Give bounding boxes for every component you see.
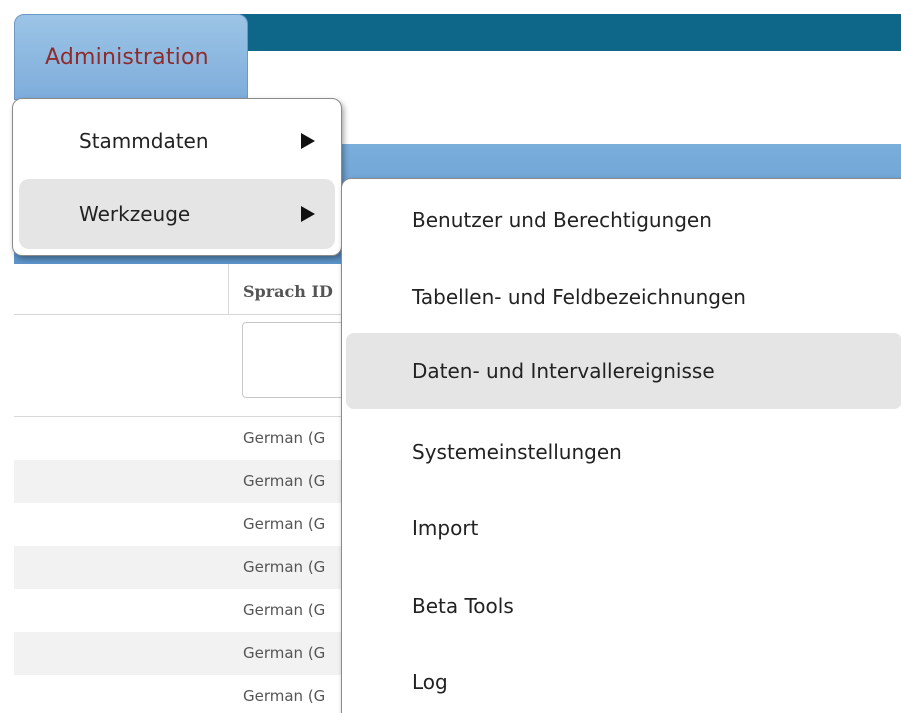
werkzeuge-submenu: Benutzer und Berechtigungen Tabellen- un… [341, 178, 901, 713]
menu-item-werkzeuge[interactable]: Werkzeuge [19, 179, 335, 249]
language-cell: German (G [243, 429, 326, 447]
menu-item-daten-und-intervallereignisse[interactable]: Daten- und Intervallereignisse [346, 333, 901, 409]
language-cell: German (G [243, 472, 326, 490]
menu-item-stammdaten[interactable]: Stammdaten [19, 106, 335, 176]
menu-item-systemeinstellungen[interactable]: Systemeinstellungen [346, 414, 901, 490]
submenu-arrow-icon [301, 206, 315, 222]
submenu-arrow-icon [301, 133, 315, 149]
menu-item-label: Stammdaten [79, 129, 209, 153]
app-window: Administration Sprach ID German (G Germa… [0, 0, 901, 713]
menu-item-beta-tools[interactable]: Beta Tools [346, 568, 901, 644]
menu-item-tabellen-und-feldbezeichnungen[interactable]: Tabellen- und Feldbezeichnungen [346, 259, 901, 335]
menu-item-label: Daten- und Intervallereignisse [412, 359, 715, 383]
menu-item-benutzer-und-berechtigungen[interactable]: Benutzer und Berechtigungen [346, 182, 901, 258]
top-navigation-bar [240, 14, 901, 51]
column-header-sprach-id[interactable]: Sprach ID [243, 282, 333, 301]
menu-item-label: Tabellen- und Feldbezeichnungen [412, 285, 746, 309]
language-cell: German (G [243, 601, 326, 619]
menu-item-label: Import [412, 516, 479, 540]
language-cell: German (G [243, 515, 326, 533]
administration-dropdown-menu: Stammdaten Werkzeuge [12, 98, 342, 256]
menu-item-label: Werkzeuge [79, 202, 191, 226]
menu-item-label: Systemeinstellungen [412, 440, 622, 464]
menu-item-log[interactable]: Log [346, 644, 901, 713]
language-cell: German (G [243, 644, 326, 662]
language-cell: German (G [243, 558, 326, 576]
administration-tab[interactable]: Administration [14, 14, 248, 100]
menu-item-label: Beta Tools [412, 594, 514, 618]
language-cell: German (G [243, 687, 326, 705]
menu-item-import[interactable]: Import [346, 490, 901, 566]
menu-item-label: Log [412, 670, 448, 694]
menu-item-label: Benutzer und Berechtigungen [412, 208, 712, 232]
administration-tab-label: Administration [45, 45, 209, 70]
